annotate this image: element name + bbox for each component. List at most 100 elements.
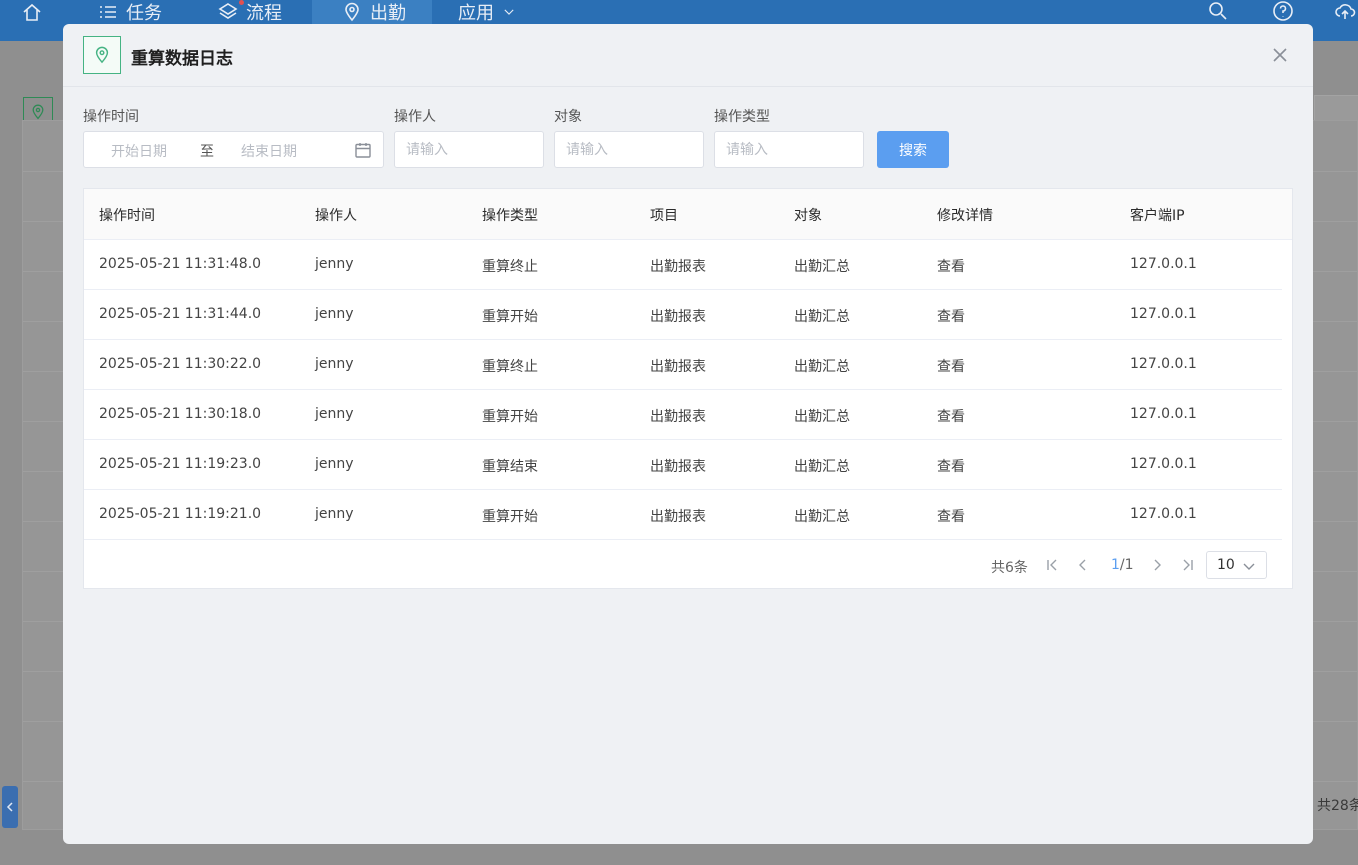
total-count: 共6条 [991,560,1028,576]
dialog-header: 重算数据日志 [63,24,1313,87]
view-details-link[interactable]: 查看 [937,256,965,276]
range-separator: 至 [200,144,214,160]
table-row: 2025-05-21 11:30:18.0 jenny 重算开始 出勤报表 出勤… [84,390,1282,440]
search-icon [1209,2,1227,20]
column-header: 操作时间 [99,208,155,224]
cell-time: 2025-05-21 11:31:44.0 [99,306,262,322]
cell-time: 2025-05-21 11:31:48.0 [99,256,262,272]
column-header: 操作人 [315,208,357,224]
help-button[interactable] [1272,0,1294,22]
cell-type: 重算结束 [482,459,538,475]
date-range-picker[interactable]: 开始日期 至 结束日期 [83,131,384,168]
close-button[interactable] [1271,46,1289,64]
cell-type: 重算开始 [482,409,538,425]
calendar-icon[interactable] [354,141,372,159]
first-page-icon [1047,559,1057,571]
dialog-location-badge [83,36,121,74]
table-row: 2025-05-21 11:19:23.0 jenny 重算结束 出勤报表 出勤… [84,440,1282,490]
end-date-input[interactable]: 结束日期 [241,141,297,161]
close-icon [1273,48,1287,62]
page-count: /1 [1119,557,1134,573]
location-pin-icon [345,2,359,22]
table-row: 2025-05-21 11:31:44.0 jenny 重算开始 出勤报表 出勤… [84,290,1282,340]
cell-project: 出勤报表 [650,509,706,525]
start-date-input[interactable]: 开始日期 [111,141,167,161]
notification-dot [239,0,244,5]
background-total-count: 共28条 [1317,798,1358,814]
home-icon [23,3,41,21]
nav-apps-label: 应用 [458,3,494,24]
cell-object: 出勤汇总 [794,259,850,275]
nav-flow-label: 流程 [246,3,282,24]
table-row: 2025-05-21 11:19:21.0 jenny 重算开始 出勤报表 出勤… [84,490,1282,540]
cell-operator: jenny [315,306,354,322]
layers-icon [218,3,238,19]
cell-operator: jenny [315,356,354,372]
location-pin-icon [32,104,44,120]
search-button[interactable] [1207,0,1229,22]
cell-time: 2025-05-21 11:30:22.0 [99,356,262,372]
prev-page-button[interactable] [1075,557,1089,573]
nav-task[interactable]: 任务 [98,0,162,24]
cell-project: 出勤报表 [650,359,706,375]
nav-apps[interactable]: 应用 [458,0,516,24]
cell-project: 出勤报表 [650,259,706,275]
cell-ip: 127.0.0.1 [1130,406,1197,422]
cell-type: 重算开始 [482,309,538,325]
table-row: 2025-05-21 11:31:48.0 jenny 重算终止 出勤报表 出勤… [84,240,1282,290]
page-size-value: 10 [1217,557,1235,573]
chevron-left-icon [6,802,13,812]
table-header: 操作时间 操作人 操作类型 项目 对象 修改详情 客户端IP [84,189,1292,240]
cell-object: 出勤汇总 [794,359,850,375]
cell-object: 出勤汇总 [794,459,850,475]
view-details-link[interactable]: 查看 [937,306,965,326]
cell-project: 出勤报表 [650,459,706,475]
cell-operator: jenny [315,506,354,522]
cell-operator: jenny [315,256,354,272]
operation-type-input[interactable] [714,131,864,168]
object-input[interactable] [554,131,704,168]
next-page-button[interactable] [1151,557,1165,573]
cloud-upload-icon [1335,4,1356,19]
cell-ip: 127.0.0.1 [1130,456,1197,472]
view-details-link[interactable]: 查看 [937,456,965,476]
cell-ip: 127.0.0.1 [1130,506,1197,522]
upload-button[interactable] [1334,0,1356,22]
chevron-down-icon [1243,563,1255,570]
nav-task-label: 任务 [126,3,162,24]
operator-input[interactable] [394,131,544,168]
dialog-title: 重算数据日志 [131,49,233,69]
view-details-link[interactable]: 查看 [937,356,965,376]
cell-time: 2025-05-21 11:19:23.0 [99,456,262,472]
chevron-left-icon [1079,559,1086,571]
nav-flow[interactable]: 流程 [218,0,282,24]
last-page-button[interactable] [1181,557,1195,573]
current-page: 1 [1111,557,1120,573]
cell-type: 重算开始 [482,509,538,525]
column-header: 修改详情 [937,208,993,224]
table-row: 2025-05-21 11:30:22.0 jenny 重算终止 出勤报表 出勤… [84,340,1282,390]
first-page-button[interactable] [1045,557,1059,573]
recalc-log-dialog: 重算数据日志 操作时间 开始日期 至 结束日期 操作人 对象 操作类型 搜索 操… [63,24,1313,844]
type-filter-label: 操作类型 [714,109,770,125]
view-details-link[interactable]: 查看 [937,406,965,426]
search-button[interactable]: 搜索 [877,131,949,168]
nav-attendance-label: 出勤 [370,3,406,24]
cell-type: 重算终止 [482,259,538,275]
sidebar-toggle[interactable] [2,786,18,828]
cell-ip: 127.0.0.1 [1130,306,1197,322]
pagination: 共6条 1/1 10 [84,541,1292,589]
nav-attendance[interactable]: 出勤 [312,0,432,24]
cell-operator: jenny [315,456,354,472]
view-details-link[interactable]: 查看 [937,506,965,526]
page-size-select[interactable]: 10 [1206,551,1267,579]
time-filter-label: 操作时间 [83,109,139,125]
last-page-icon [1183,559,1193,571]
object-filter-label: 对象 [554,109,582,125]
cell-object: 出勤汇总 [794,309,850,325]
home-nav[interactable] [22,0,42,24]
column-header: 客户端IP [1130,208,1185,224]
cell-type: 重算终止 [482,359,538,375]
cell-object: 出勤汇总 [794,409,850,425]
page-indicator: 1/1 [1111,557,1134,573]
